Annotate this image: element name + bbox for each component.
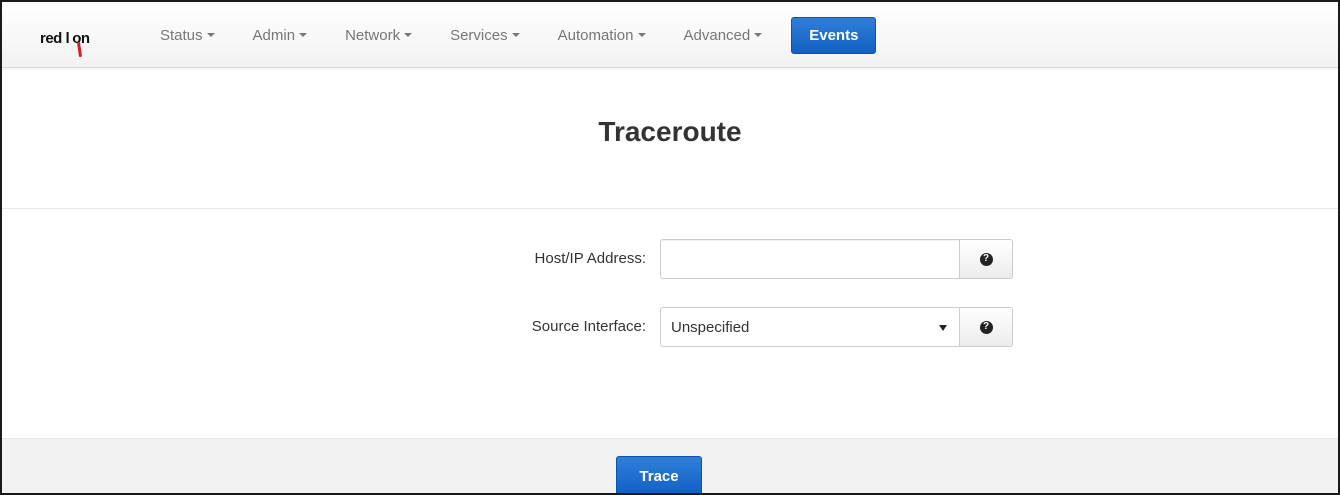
nav-services[interactable]: Services bbox=[431, 15, 539, 55]
nav-admin[interactable]: Admin bbox=[234, 15, 327, 55]
app-window: red l on Status Admin Network Services A… bbox=[0, 0, 1340, 495]
nav-label: Services bbox=[450, 26, 508, 44]
nav-events-button[interactable]: Events bbox=[791, 16, 877, 54]
host-label: Host/IP Address: bbox=[534, 250, 646, 267]
page-title: Traceroute bbox=[598, 116, 742, 147]
nav-status[interactable]: Status bbox=[141, 15, 234, 55]
caret-down-icon bbox=[404, 33, 413, 37]
caret-down-icon bbox=[637, 33, 646, 37]
nav-advanced[interactable]: Advanced bbox=[665, 15, 782, 55]
source-interface-help-button[interactable]: ? bbox=[959, 307, 1013, 347]
source-interface-label: Source Interface: bbox=[531, 318, 646, 335]
top-navbar: red l on Status Admin Network Services A… bbox=[2, 2, 1338, 68]
host-row: Host/IP Address: ? bbox=[2, 238, 1338, 280]
source-interface-value: Unspecified bbox=[671, 318, 750, 336]
nav-label: Status bbox=[160, 26, 203, 44]
caret-down-icon bbox=[754, 33, 763, 37]
nav-label: Network bbox=[345, 26, 401, 44]
nav-label: Advanced bbox=[683, 26, 751, 44]
brand-text-right: on bbox=[72, 29, 90, 47]
caret-down-icon bbox=[511, 33, 520, 37]
nav-label: Admin bbox=[252, 26, 296, 44]
nav-automation[interactable]: Automation bbox=[539, 15, 665, 55]
question-circle-icon: ? bbox=[979, 320, 993, 334]
source-interface-row: Source Interface: Unspecified ? bbox=[2, 306, 1338, 348]
section-divider bbox=[2, 208, 1338, 209]
host-help-button[interactable]: ? bbox=[959, 239, 1013, 279]
brand-logo[interactable]: red l on bbox=[40, 28, 90, 58]
source-interface-select[interactable]: Unspecified bbox=[660, 307, 960, 347]
nav-network[interactable]: Network bbox=[326, 15, 431, 55]
brand-text-left: red l bbox=[40, 29, 70, 47]
caret-down-icon bbox=[299, 33, 308, 37]
main-nav: Status Admin Network Services Automation… bbox=[141, 2, 877, 68]
dropdown-arrow-icon bbox=[939, 325, 947, 331]
nav-label: Automation bbox=[557, 26, 634, 44]
question-circle-icon: ? bbox=[979, 252, 993, 266]
host-ip-input[interactable] bbox=[660, 239, 960, 279]
form-footer: Trace bbox=[2, 438, 1338, 493]
trace-button[interactable]: Trace bbox=[616, 456, 702, 493]
caret-down-icon bbox=[206, 33, 215, 37]
